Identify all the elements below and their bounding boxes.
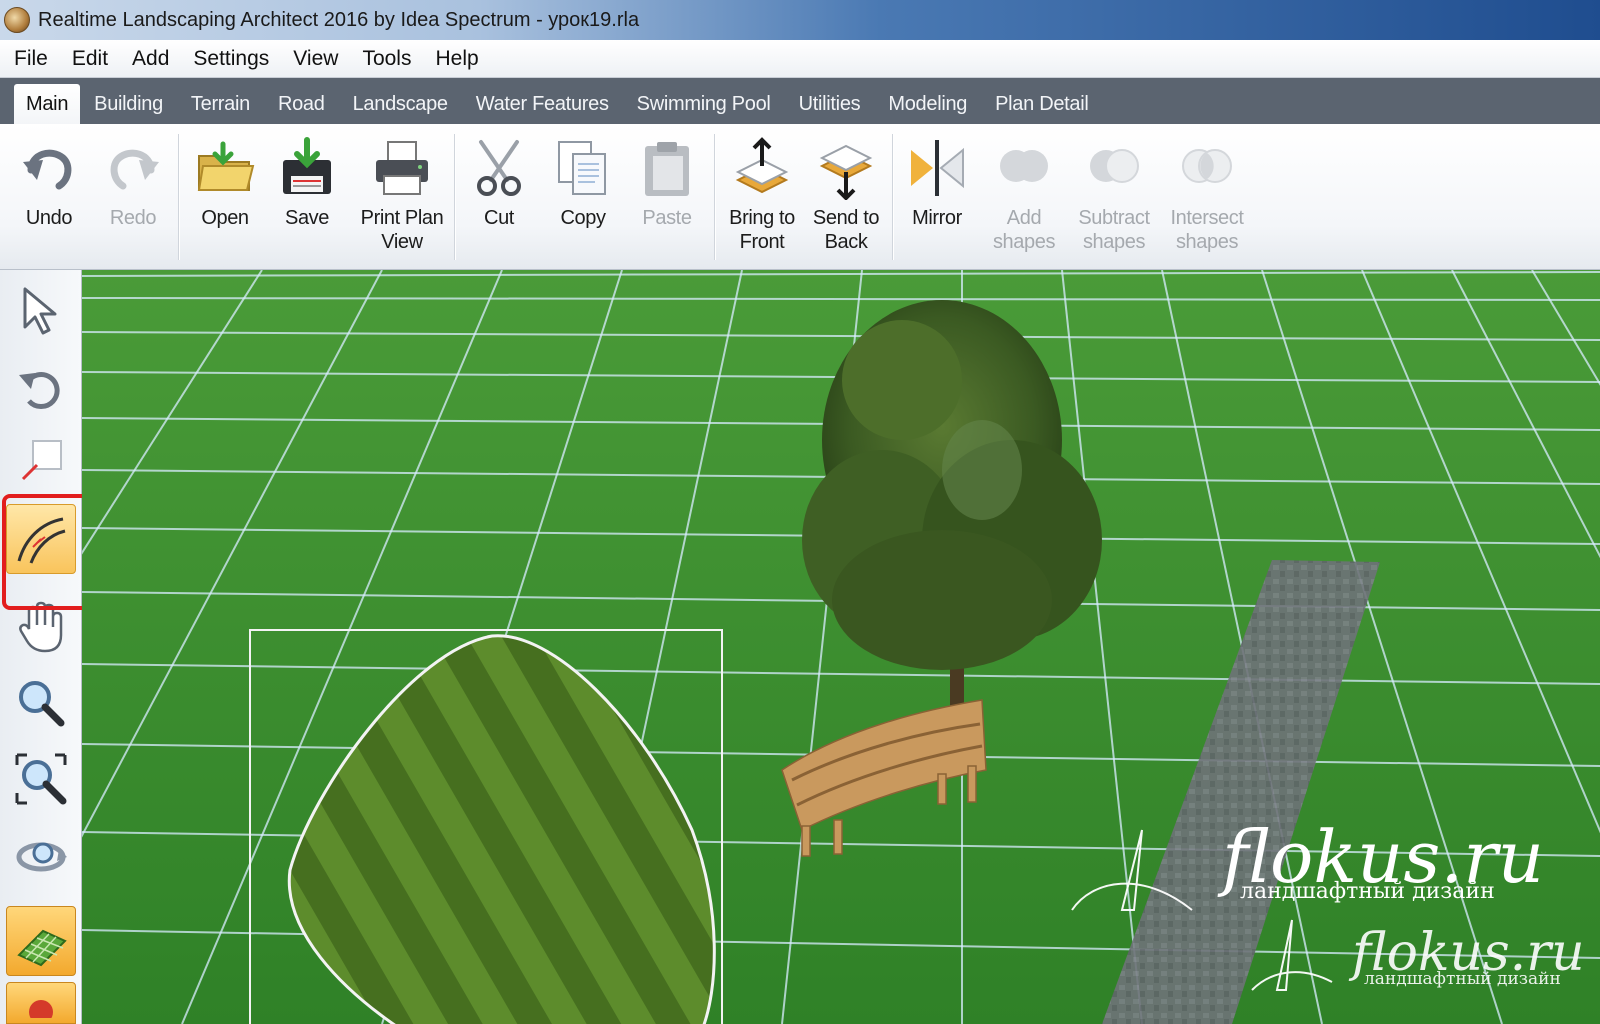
cut-button[interactable]: Cut — [464, 136, 534, 230]
bring-to-front-icon — [735, 137, 789, 194]
mirror-button[interactable]: Mirror — [902, 136, 972, 230]
zoom-tool[interactable] — [6, 668, 76, 738]
tab-main[interactable]: Main — [14, 84, 81, 124]
menu-settings[interactable]: Settings — [181, 40, 281, 78]
print-plan-view-button[interactable]: Print Plan View — [356, 136, 448, 254]
tab-utilities[interactable]: Utilities — [785, 84, 875, 124]
tab-landscape[interactable]: Landscape — [339, 84, 462, 124]
add-shapes-button[interactable]: Add shapes — [986, 136, 1062, 254]
zoom-extents-icon — [15, 753, 67, 805]
copy-button[interactable]: Copy — [548, 136, 618, 230]
select-tool[interactable] — [6, 276, 76, 346]
save-button[interactable]: Save — [272, 136, 342, 230]
mirror-icon — [911, 140, 964, 196]
ribbon-separator — [892, 134, 893, 260]
tab-road[interactable]: Road — [264, 84, 339, 124]
rotate-tool[interactable] — [6, 354, 76, 424]
left-toolbar — [0, 270, 82, 1024]
undo-icon — [23, 149, 72, 190]
red-ball-icon — [29, 1000, 53, 1018]
paste-button[interactable]: Paste — [632, 136, 702, 230]
watermark-tagline-secondary: ландшафтный дизайн — [1364, 969, 1561, 989]
open-button[interactable]: Open — [188, 136, 262, 230]
grid-plane-tool[interactable] — [6, 906, 76, 976]
send-to-back-icon — [819, 144, 873, 200]
window-title: Realtime Landscaping Architect 2016 by I… — [38, 8, 640, 31]
zoom-icon — [19, 681, 65, 727]
toolbar-tool-partial[interactable] — [6, 982, 76, 1024]
rotate-icon — [19, 372, 60, 410]
scene-canvas[interactable]: flokus.ru ландшафтный дизайн flokus.ru л… — [82, 270, 1600, 1024]
scissors-icon — [477, 140, 521, 196]
open-folder-icon — [197, 141, 255, 191]
ribbon-tab-bar: Main Building Terrain Road Landscape Wat… — [0, 78, 1600, 124]
menu-tools[interactable]: Tools — [350, 40, 423, 78]
app-logo-icon[interactable] — [4, 7, 30, 33]
select-arrow-icon — [23, 287, 57, 335]
bring-to-front-button[interactable]: Bring to Front — [724, 136, 800, 254]
ribbon-toolbar: Undo Redo Open Save Print Plan View Cut … — [0, 124, 1600, 270]
menu-edit[interactable]: Edit — [60, 40, 120, 78]
menu-view[interactable]: View — [281, 40, 350, 78]
tab-modeling[interactable]: Modeling — [874, 84, 981, 124]
send-to-back-button[interactable]: Send to Back — [808, 136, 884, 254]
intersect-shapes-icon — [1182, 149, 1232, 183]
tab-plan-detail[interactable]: Plan Detail — [981, 84, 1102, 124]
redo-icon — [110, 149, 159, 190]
watermark-tagline: ландшафтный дизайн — [1240, 879, 1495, 904]
tab-water-features[interactable]: Water Features — [462, 84, 623, 124]
paste-clipboard-icon — [645, 142, 689, 196]
tab-building[interactable]: Building — [80, 84, 177, 124]
save-floppy-icon — [283, 137, 331, 194]
resize-icon — [21, 440, 62, 481]
printer-icon — [376, 141, 428, 195]
ribbon-separator — [178, 134, 179, 260]
title-bar: Realtime Landscaping Architect 2016 by I… — [0, 0, 1600, 40]
resize-tool[interactable] — [6, 426, 76, 496]
redo-button[interactable]: Redo — [98, 136, 168, 230]
tab-terrain[interactable]: Terrain — [177, 84, 264, 124]
tab-swimming-pool[interactable]: Swimming Pool — [623, 84, 785, 124]
undo-button[interactable]: Undo — [14, 136, 84, 230]
menu-help[interactable]: Help — [423, 40, 490, 78]
menu-bar: File Edit Add Settings View Tools Help — [0, 40, 1600, 78]
menu-add[interactable]: Add — [120, 40, 181, 78]
copy-pages-icon — [558, 141, 606, 195]
grid-plane-icon — [17, 929, 67, 967]
orbit-tool[interactable] — [6, 820, 76, 890]
3d-viewport[interactable]: flokus.ru ландшафтный дизайн flokus.ru л… — [82, 270, 1600, 1024]
ribbon-separator — [454, 134, 455, 260]
orbit-icon — [16, 842, 67, 872]
menu-file[interactable]: File — [2, 40, 60, 78]
ribbon-separator — [714, 134, 715, 260]
intersect-shapes-button[interactable]: Intersect shapes — [1164, 136, 1250, 254]
subtract-shapes-button[interactable]: Subtract shapes — [1072, 136, 1156, 254]
subtract-shapes-icon — [1090, 149, 1139, 183]
zoom-extents-tool[interactable] — [6, 744, 76, 814]
union-shapes-icon — [1000, 150, 1048, 182]
